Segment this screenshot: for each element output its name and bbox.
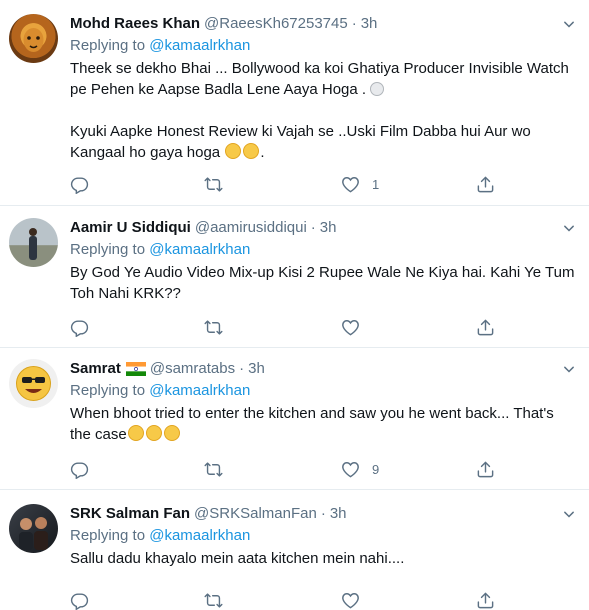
avatar[interactable] xyxy=(9,14,58,63)
like-count: 1 xyxy=(372,176,380,192)
reply-icon xyxy=(70,175,89,194)
reply-icon xyxy=(70,318,89,337)
retweet-button[interactable] xyxy=(204,317,223,337)
tweet-text: By God Ye Audio Video Mix-up Kisi 2 Rupe… xyxy=(70,262,579,304)
like-icon xyxy=(341,175,360,194)
retweet-icon xyxy=(204,175,223,194)
replying-to: Replying to @kamaalrkhan xyxy=(70,380,579,401)
retweet-icon xyxy=(204,318,223,337)
share-icon xyxy=(476,318,495,337)
share-button[interactable] xyxy=(476,174,495,194)
emoji-icon xyxy=(127,425,144,441)
tweet[interactable]: Samrat @samratabs · 3h Replying to @kama… xyxy=(0,348,589,490)
retweet-icon xyxy=(204,460,223,479)
user-handle[interactable]: @RaeesKh67253745 xyxy=(204,14,348,34)
india-flag-icon xyxy=(125,362,146,376)
tweet-text-line: the case xyxy=(70,424,579,445)
separator: · xyxy=(239,360,245,377)
timestamp[interactable]: 3h xyxy=(330,504,347,524)
tweet[interactable]: Mohd Raees Khan @RaeesKh67253745 · 3h Re… xyxy=(0,0,589,206)
tweet-text-line: Sallu dadu khayalo mein aata kitchen mei… xyxy=(70,550,405,567)
more-icon[interactable] xyxy=(559,218,579,238)
mention-link[interactable]: @kamaalrkhan xyxy=(149,37,250,54)
more-icon[interactable] xyxy=(559,359,579,379)
share-icon xyxy=(476,460,495,479)
separator: · xyxy=(351,15,357,32)
like-button[interactable] xyxy=(341,590,360,610)
timestamp[interactable]: 3h xyxy=(320,218,337,238)
replying-label: Replying to xyxy=(70,241,150,258)
replying-to: Replying to @kamaalrkhan xyxy=(70,239,579,260)
replying-to: Replying to @kamaalrkhan xyxy=(70,525,579,546)
avatar[interactable] xyxy=(9,504,58,553)
separator: · xyxy=(320,505,326,522)
tweet-text: When bhoot tried to enter the kitchen an… xyxy=(70,403,579,445)
tweet-text-line: Theek se dekho Bhai ... Bollywood ka koi… xyxy=(70,60,569,77)
display-name[interactable]: Aamir U Siddiqui xyxy=(70,218,191,238)
reply-button[interactable] xyxy=(70,174,89,194)
reply-button[interactable] xyxy=(70,317,89,337)
mention-link[interactable]: @kamaalrkhan xyxy=(149,241,250,258)
share-button[interactable] xyxy=(476,459,495,479)
replying-label: Replying to xyxy=(70,382,150,399)
like-icon xyxy=(341,460,360,479)
mention-link[interactable]: @kamaalrkhan xyxy=(149,382,250,399)
reply-button[interactable] xyxy=(70,459,89,479)
tweet-text-line: Toh Nahi KRK?? xyxy=(70,285,181,302)
emoji-icon xyxy=(243,143,260,159)
share-button[interactable] xyxy=(476,317,495,337)
mention-link[interactable]: @kamaalrkhan xyxy=(149,527,250,544)
display-name[interactable]: Mohd Raees Khan xyxy=(70,14,200,34)
retweet-button[interactable] xyxy=(204,590,223,610)
replying-to: Replying to @kamaalrkhan xyxy=(70,35,579,56)
reply-button[interactable] xyxy=(70,590,89,610)
more-icon[interactable] xyxy=(559,504,579,524)
tweet-text: Theek se dekho Bhai ... Bollywood ka koi… xyxy=(70,58,579,163)
avatar[interactable] xyxy=(9,359,58,408)
retweet-button[interactable] xyxy=(204,459,223,479)
tweet-text: Sallu dadu khayalo mein aata kitchen mei… xyxy=(70,548,579,569)
share-icon xyxy=(476,175,495,194)
display-name[interactable]: Samrat xyxy=(70,359,121,379)
timestamp[interactable]: 3h xyxy=(361,14,378,34)
user-handle[interactable]: @samratabs xyxy=(150,359,235,379)
replying-label: Replying to xyxy=(70,527,150,544)
tweet[interactable]: SRK Salman Fan @SRKSalmanFan · 3h Replyi… xyxy=(0,490,589,607)
tweet-text-line: By God Ye Audio Video Mix-up Kisi 2 Rupe… xyxy=(70,264,575,281)
tweet-text-line: When bhoot tried to enter the kitchen an… xyxy=(70,405,554,422)
like-button[interactable]: 9 xyxy=(341,459,379,479)
emoji-icon xyxy=(370,82,385,96)
tweet-text-line: Kangaal ho gaya hoga . xyxy=(70,143,265,161)
tweet-text-line: Kyuki Aapke Honest Review ki Vajah se ..… xyxy=(70,123,531,140)
emoji-icon xyxy=(163,425,180,441)
tweet-text-line: pe Pehen ke Aapse Badla Lene Aaya Hoga . xyxy=(70,79,579,100)
emoji-icon xyxy=(145,425,162,441)
like-button[interactable] xyxy=(341,317,360,337)
emoji-icon xyxy=(225,143,242,159)
like-icon xyxy=(341,318,360,337)
like-count: 9 xyxy=(372,461,380,477)
timestamp[interactable]: 3h xyxy=(248,359,265,379)
user-handle[interactable]: @aamirusiddiqui xyxy=(195,218,307,238)
more-icon[interactable] xyxy=(559,14,579,34)
retweet-button[interactable] xyxy=(204,174,223,194)
share-button[interactable] xyxy=(476,590,495,610)
display-name[interactable]: SRK Salman Fan xyxy=(70,504,190,524)
user-handle[interactable]: @SRKSalmanFan xyxy=(194,504,317,524)
reply-icon xyxy=(70,460,89,479)
like-button[interactable]: 1 xyxy=(341,174,379,194)
separator: · xyxy=(310,219,316,236)
tweet[interactable]: Aamir U Siddiqui @aamirusiddiqui · 3h Re… xyxy=(0,206,589,348)
avatar[interactable] xyxy=(9,218,58,267)
replying-label: Replying to xyxy=(70,37,150,54)
